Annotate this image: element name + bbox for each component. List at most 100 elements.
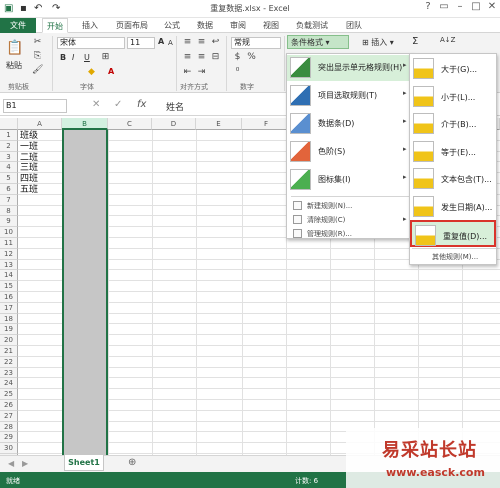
percent-icon[interactable]: % bbox=[246, 52, 257, 63]
submenu-item-text-contains[interactable]: 文本包含(T)... bbox=[410, 165, 496, 192]
row-header[interactable]: 3 bbox=[0, 151, 18, 163]
decrease-indent-icon[interactable]: ⇤ bbox=[182, 67, 193, 78]
font-name-box[interactable]: 宋体 bbox=[57, 37, 125, 49]
submenu-item-greater-than[interactable]: 大于(G)... bbox=[410, 55, 496, 82]
tab-review[interactable]: 审阅 bbox=[226, 18, 250, 33]
submenu-item-between[interactable]: 介于(B)... bbox=[410, 110, 496, 137]
row-header[interactable]: 20 bbox=[0, 335, 18, 346]
align-middle-icon[interactable]: ≡ bbox=[196, 37, 207, 48]
paste-label[interactable]: 粘贴 bbox=[6, 60, 22, 71]
tab-insert[interactable]: 插入 bbox=[78, 18, 102, 33]
cell-a2[interactable]: 一班 bbox=[20, 142, 38, 152]
minimize-icon[interactable]: – bbox=[452, 1, 468, 12]
fill-color-icon[interactable]: ◆ bbox=[86, 67, 97, 78]
menu-item-top-bottom-rules[interactable]: 项目选取规则(T) ▸ bbox=[287, 83, 413, 109]
add-sheet-button[interactable]: ⊕ bbox=[128, 457, 136, 468]
bold-button[interactable]: B bbox=[60, 53, 66, 62]
help-icon[interactable]: ? bbox=[420, 1, 436, 12]
menu-item-highlight-rules[interactable]: 突出显示单元格规则(H) ▸ bbox=[287, 55, 413, 81]
row-header[interactable]: 22 bbox=[0, 356, 18, 368]
menu-item-manage-rules[interactable]: 管理规则(R)... bbox=[287, 227, 413, 240]
row-header[interactable]: 14 bbox=[0, 270, 18, 282]
row-header[interactable]: 19 bbox=[0, 324, 18, 336]
increase-decimal-icon[interactable]: ⁰ bbox=[232, 67, 243, 78]
align-center-icon[interactable]: ≡ bbox=[196, 52, 207, 63]
row-header[interactable]: 8 bbox=[0, 205, 18, 217]
font-size-box[interactable]: 11 bbox=[127, 37, 155, 49]
row-header[interactable]: 4 bbox=[0, 162, 18, 174]
menu-item-data-bars[interactable]: 数据条(D) ▸ bbox=[287, 111, 413, 137]
tab-page-layout[interactable]: 页面布局 bbox=[112, 18, 152, 33]
row-header[interactable]: 24 bbox=[0, 378, 18, 390]
row-header[interactable]: 18 bbox=[0, 313, 18, 325]
more-rules-item[interactable]: 其他规则(M)... bbox=[432, 252, 478, 262]
row-header[interactable]: 16 bbox=[0, 292, 18, 303]
row-header[interactable]: 2 bbox=[0, 140, 18, 152]
tab-view[interactable]: 视图 bbox=[259, 18, 283, 33]
decrease-font-button[interactable]: A bbox=[168, 39, 173, 47]
cell-a1[interactable]: 班级 bbox=[20, 131, 38, 141]
borders-icon[interactable]: ⊞ bbox=[100, 52, 111, 63]
row-header[interactable]: 21 bbox=[0, 346, 18, 357]
font-color-button[interactable]: A bbox=[108, 67, 114, 76]
row-header[interactable]: 6 bbox=[0, 184, 18, 195]
row-header[interactable]: 29 bbox=[0, 432, 18, 444]
next-sheet-icon[interactable]: ▶ bbox=[22, 459, 28, 468]
row-header[interactable]: 5 bbox=[0, 173, 18, 184]
row-header[interactable]: 13 bbox=[0, 259, 18, 271]
tab-file[interactable]: 文件 bbox=[0, 18, 36, 33]
cancel-entry-icon[interactable]: ✕ bbox=[92, 99, 100, 110]
cut-icon[interactable]: ✂ bbox=[32, 37, 43, 48]
col-header-c[interactable]: C bbox=[108, 118, 152, 130]
ribbon-display-icon[interactable]: ▭ bbox=[436, 1, 452, 12]
cell-a6[interactable]: 五班 bbox=[20, 185, 38, 195]
sort-filter-button[interactable]: A↓Z bbox=[440, 36, 455, 44]
cell-a3[interactable]: 二班 bbox=[20, 153, 38, 163]
paste-icon[interactable]: 📋 bbox=[6, 39, 23, 57]
confirm-entry-icon[interactable]: ✓ bbox=[114, 99, 122, 110]
menu-item-clear-rules[interactable]: 清除规则(C) ▸ bbox=[287, 213, 413, 226]
name-box[interactable]: B1 bbox=[3, 99, 67, 113]
wrap-text-icon[interactable]: ↩ bbox=[210, 37, 221, 48]
col-header-d[interactable]: D bbox=[152, 118, 196, 130]
submenu-item-date-occurring[interactable]: 发生日期(A)... bbox=[410, 193, 496, 220]
row-header[interactable]: 28 bbox=[0, 421, 18, 433]
col-header-a[interactable]: A bbox=[18, 118, 62, 130]
tab-formulas[interactable]: 公式 bbox=[160, 18, 184, 33]
menu-item-color-scales[interactable]: 色阶(S) ▸ bbox=[287, 139, 413, 165]
close-icon[interactable]: ✕ bbox=[484, 1, 500, 12]
select-all-corner[interactable] bbox=[0, 118, 18, 130]
submenu-item-less-than[interactable]: 小于(L)... bbox=[410, 83, 496, 110]
row-header[interactable]: 30 bbox=[0, 443, 18, 454]
number-format-box[interactable]: 常规 bbox=[231, 37, 281, 49]
row-header[interactable]: 12 bbox=[0, 248, 18, 260]
menu-item-new-rule[interactable]: 新建规则(N)... bbox=[287, 199, 413, 212]
cell-a5[interactable]: 四班 bbox=[20, 174, 38, 184]
insert-function-button[interactable]: fx bbox=[137, 99, 146, 110]
autosum-button[interactable]: Σ bbox=[412, 36, 418, 47]
row-header[interactable]: 25 bbox=[0, 389, 18, 400]
col-header-b[interactable]: B bbox=[62, 118, 108, 130]
submenu-item-equal-to[interactable]: 等于(E)... bbox=[410, 138, 496, 165]
copy-icon[interactable]: ⎘ bbox=[32, 51, 43, 62]
formula-input[interactable]: 姓名 bbox=[166, 100, 184, 113]
menu-item-icon-sets[interactable]: 图标集(I) ▸ bbox=[287, 167, 413, 193]
increase-indent-icon[interactable]: ⇥ bbox=[196, 67, 207, 78]
increase-font-button[interactable]: A bbox=[158, 37, 164, 46]
tab-load-test[interactable]: 负载测试 bbox=[292, 18, 332, 33]
col-header-e[interactable]: E bbox=[196, 118, 242, 130]
submenu-item-duplicate-values[interactable]: 重复值(D)... bbox=[410, 220, 496, 247]
maximize-icon[interactable]: □ bbox=[468, 1, 484, 12]
row-header[interactable]: 23 bbox=[0, 367, 18, 379]
insert-cells-button[interactable]: ⊞ 插入 ▾ bbox=[362, 37, 394, 48]
align-left-icon[interactable]: ≡ bbox=[182, 52, 193, 63]
conditional-format-button[interactable]: 条件格式 ▾ bbox=[287, 35, 349, 49]
tab-home[interactable]: 开始 bbox=[42, 18, 68, 33]
prev-sheet-icon[interactable]: ◀ bbox=[8, 459, 14, 468]
format-painter-icon[interactable]: 🖌 bbox=[32, 65, 43, 76]
row-header[interactable]: 26 bbox=[0, 400, 18, 411]
row-header[interactable]: 27 bbox=[0, 410, 18, 422]
row-header[interactable]: 15 bbox=[0, 281, 18, 292]
cell-a4[interactable]: 三班 bbox=[20, 163, 38, 173]
row-header[interactable]: 7 bbox=[0, 194, 18, 206]
